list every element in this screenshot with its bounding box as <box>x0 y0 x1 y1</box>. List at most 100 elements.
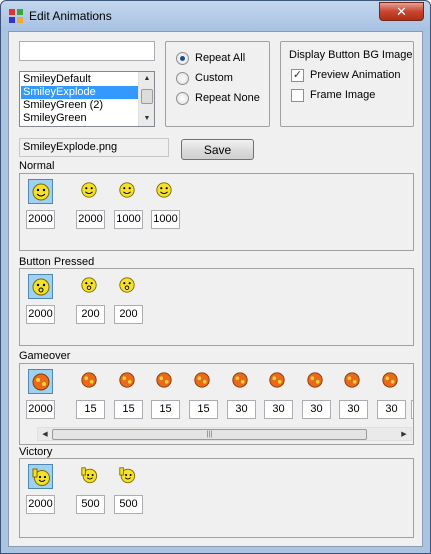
frame-image[interactable] <box>78 274 100 296</box>
scroll-up-icon[interactable]: ▲ <box>139 72 155 86</box>
animation-list-item[interactable]: SmileyGreen (2) <box>21 99 138 112</box>
smiley-explode-icon <box>344 372 360 388</box>
display-bg-title: Display Button BG Image <box>289 49 413 61</box>
repeat-all-label: Repeat All <box>195 52 246 64</box>
frame-duration-input[interactable]: 500 <box>76 495 105 514</box>
smiley-face-icon <box>156 182 172 198</box>
frame-image[interactable] <box>28 369 53 394</box>
frame-image[interactable] <box>266 369 288 391</box>
victory-frames-panel: 2000 500 500 <box>19 458 414 538</box>
frame-duration-input[interactable]: 500 <box>114 495 143 514</box>
frame-duration-input[interactable]: 15 <box>76 400 105 419</box>
frame-image-checkbox[interactable]: Frame Image <box>291 87 375 103</box>
smiley-explode-icon <box>156 372 172 388</box>
frame-image[interactable] <box>379 369 401 391</box>
gameover-horizontal-scrollbar[interactable]: ◀ ||| ▶ <box>37 427 412 441</box>
frame-duration-input[interactable]: 15 <box>189 400 218 419</box>
frame-image[interactable] <box>116 274 138 296</box>
frame-image[interactable] <box>116 369 138 391</box>
smiley-face-icon <box>119 182 135 198</box>
normal-section-title: Normal <box>19 160 55 172</box>
animation-list[interactable]: SmileyDefault SmileyExplode SmileyGreen (2… <box>19 71 155 127</box>
animation-list-item[interactable]: SmileyGreen <box>21 112 138 125</box>
smiley-explode-icon <box>81 372 97 388</box>
title-bar[interactable]: Edit Animations ✕ <box>1 1 430 31</box>
frame-image[interactable] <box>341 369 363 391</box>
edit-animations-window: Edit Animations ✕ SmileyDefault SmileyExp… <box>0 0 431 554</box>
scroll-down-icon[interactable]: ▼ <box>139 112 155 126</box>
frame-duration-input[interactable]: 2000 <box>26 400 55 419</box>
frame-image-check-icon[interactable] <box>291 88 304 102</box>
frame-duration-input[interactable]: 200 <box>114 305 143 324</box>
repeat-none-label: Repeat None <box>195 92 260 104</box>
frame-image[interactable] <box>28 179 53 204</box>
frame-duration-input[interactable]: 30 <box>264 400 293 419</box>
frame-duration-input[interactable]: 2000 <box>76 210 105 229</box>
frame-image[interactable] <box>413 369 414 391</box>
frame-image-label: Frame Image <box>310 89 376 101</box>
smiley-explode-icon <box>119 372 135 388</box>
save-button[interactable]: Save <box>181 139 254 160</box>
frame-image[interactable] <box>116 464 138 486</box>
frame-image[interactable] <box>78 464 100 486</box>
frame-image[interactable] <box>153 179 175 201</box>
smiley-face-icon <box>81 182 97 198</box>
frame-image[interactable] <box>78 179 100 201</box>
horizontal-scroll-thumb[interactable]: ||| <box>52 429 367 440</box>
frame-image[interactable] <box>304 369 326 391</box>
frame-image[interactable] <box>153 369 175 391</box>
smiley-explode-icon <box>307 372 323 388</box>
app-icon <box>9 9 23 23</box>
frame-duration-input[interactable]: 15 <box>151 400 180 419</box>
close-button[interactable]: ✕ <box>379 2 424 21</box>
frame-duration-input[interactable]: 15 <box>114 400 143 419</box>
frame-duration-input[interactable]: 200 <box>76 305 105 324</box>
scroll-right-icon[interactable]: ▶ <box>397 428 411 441</box>
frame-duration-input[interactable]: 30 <box>227 400 256 419</box>
smiley-pressed-icon <box>32 278 49 295</box>
repeat-all-radio[interactable]: Repeat All <box>176 50 245 66</box>
smiley-explode-icon <box>269 372 285 388</box>
frame-image[interactable] <box>28 464 53 489</box>
frame-image[interactable] <box>78 369 100 391</box>
preview-animation-checkbox[interactable]: ✓ Preview Animation <box>291 67 401 83</box>
repeat-all-radio-button[interactable] <box>176 51 189 65</box>
animation-list-item[interactable]: SmileyDefault <box>21 73 138 86</box>
smiley-pressed-icon <box>81 277 97 293</box>
button-pressed-frames-panel: 2000 200 200 <box>19 268 414 346</box>
animation-name-input[interactable] <box>19 41 155 61</box>
frame-image[interactable] <box>28 274 53 299</box>
repeat-none-radio[interactable]: Repeat None <box>176 90 260 106</box>
frame-duration-input[interactable]: 3 <box>411 400 413 419</box>
repeat-mode-group: Repeat All Custom Repeat None <box>165 41 270 127</box>
frame-image[interactable] <box>116 179 138 201</box>
repeat-none-radio-button[interactable] <box>176 91 189 105</box>
smiley-explode-icon <box>194 372 210 388</box>
frame-duration-input[interactable]: 2000 <box>26 495 55 514</box>
scroll-thumb[interactable] <box>141 89 153 104</box>
frame-duration-input[interactable]: 2000 <box>26 210 55 229</box>
frame-image[interactable] <box>229 369 251 391</box>
frame-duration-input[interactable]: 30 <box>377 400 406 419</box>
smiley-face-icon <box>32 183 49 200</box>
scroll-left-icon[interactable]: ◀ <box>38 428 52 441</box>
frame-duration-input[interactable]: 30 <box>339 400 368 419</box>
frame-image[interactable] <box>191 369 213 391</box>
frame-duration-input[interactable]: 2000 <box>26 305 55 324</box>
normal-frames-panel: 2000 2000 1000 1000 <box>19 173 414 251</box>
frame-duration-input[interactable]: 1000 <box>114 210 143 229</box>
client-area: SmileyDefault SmileyExplode SmileyGreen (2… <box>8 31 423 547</box>
preview-animation-check-icon[interactable]: ✓ <box>291 68 304 82</box>
smiley-pressed-icon <box>119 277 135 293</box>
animation-list-item[interactable]: SmileyExplode <box>21 86 138 99</box>
gameover-frames-panel: ◀ ||| ▶ 2000 15 15 15 15 30 30 30 30 30 3 <box>19 363 414 445</box>
frame-duration-input[interactable]: 1000 <box>151 210 180 229</box>
frame-duration-input[interactable]: 30 <box>302 400 331 419</box>
smiley-explode-icon <box>232 372 248 388</box>
animation-list-scrollbar[interactable]: ▲ ▼ <box>138 72 154 126</box>
animation-list-items: SmileyDefault SmileyExplode SmileyGreen (2… <box>21 73 138 125</box>
custom-radio-button[interactable] <box>176 71 189 85</box>
custom-radio[interactable]: Custom <box>176 70 233 86</box>
close-icon: ✕ <box>396 3 407 19</box>
smiley-explode-icon <box>382 372 398 388</box>
